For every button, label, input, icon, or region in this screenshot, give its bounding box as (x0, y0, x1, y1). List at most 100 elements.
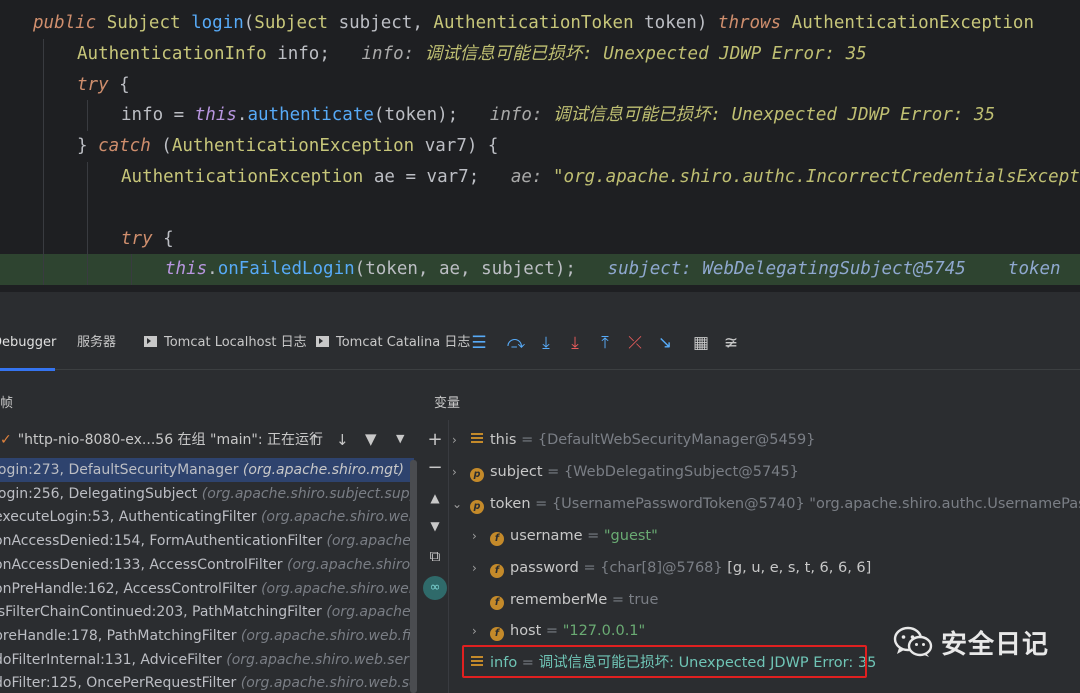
active-tab-underline (0, 368, 55, 371)
evaluate-icon[interactable]: ▦ (690, 316, 712, 370)
indent-guide (87, 192, 88, 224)
code-token: info: (361, 43, 425, 64)
variable-value: {char[8]@5768} (600, 559, 723, 576)
variable-name: password (510, 559, 579, 576)
tab-server[interactable]: 服务器 (77, 316, 116, 370)
chevron-right-icon[interactable]: › (452, 456, 470, 488)
code-line[interactable]: try { (0, 69, 1080, 101)
drop-frame-icon[interactable]: ⤫ (624, 316, 646, 370)
step-out-icon[interactable]: ⤒ (594, 316, 616, 370)
indent-guide (87, 254, 88, 286)
code-line[interactable]: this.onFailedLogin(token, ae, subject); … (0, 254, 1080, 286)
add-watch-icon[interactable]: + (422, 428, 448, 452)
step-into-icon[interactable]: ⤓ (535, 316, 557, 370)
code-line[interactable]: } catch (AuthenticationException var7) { (0, 131, 1080, 163)
chevron-right-icon[interactable]: › (472, 615, 490, 647)
indent-guide (43, 162, 44, 193)
variable-username[interactable]: › f username = "guest" (452, 520, 1080, 552)
variable-name: username (510, 527, 583, 544)
code-token: info: (489, 105, 554, 126)
tab-debugger[interactable]: Debugger (0, 316, 56, 371)
menu-icon[interactable]: ☰ (468, 316, 490, 370)
stack-frame[interactable]: onAccessDenied:133, AccessControlFilter … (0, 553, 414, 577)
frame-package: (org.apache.shiro.web.servlet) (226, 651, 414, 668)
arrow-up-icon[interactable]: ↑ (308, 431, 321, 449)
equals-sign: = (541, 623, 563, 640)
code-line[interactable]: try { (0, 223, 1080, 255)
variable-name: token (490, 495, 531, 512)
code-token: onFailedLogin (217, 259, 355, 280)
field-icon: f (490, 627, 504, 642)
stack-frame[interactable]: doFilterInternal:131, AdviceFilter (org.… (0, 648, 414, 672)
field-icon: f (490, 595, 504, 610)
frames-scrollbar[interactable] (410, 460, 417, 693)
stack-frame[interactable]: executeLogin:53, AuthenticatingFilter (o… (0, 505, 414, 529)
thread-label: "http-nio-8080-ex...56 在组 "main": 正在运行 (17, 432, 324, 448)
code-line[interactable]: info = this.authenticate(token); info: 调… (0, 100, 1080, 132)
chevron-down-icon[interactable]: ▼ (396, 432, 404, 445)
force-step-into-icon[interactable]: ⤓ (564, 316, 586, 370)
move-down-icon[interactable]: ▼ (422, 514, 448, 538)
stack-frame[interactable]: isFilterChainContinued:203, PathMatching… (0, 600, 414, 624)
tab-tomcat-catalina-log[interactable]: Tomcat Catalina 日志 (316, 316, 470, 370)
indent-guide (43, 100, 44, 132)
copy-icon[interactable]: ⧉ (422, 544, 448, 568)
code-token: try (77, 74, 120, 95)
highlight-box (462, 645, 867, 678)
indent-guide (87, 223, 88, 255)
variable-token[interactable]: ⌄ p token = {UsernamePasswordToken@5740} "… (452, 488, 1080, 520)
indent-guide (87, 162, 88, 193)
stack-frame[interactable]: doFilter:125, OncePerRequestFilter (org.… (0, 671, 414, 693)
watches-glasses-icon[interactable]: ∞ (422, 574, 448, 600)
variable-subject[interactable]: › p subject = {WebDelegatingSubject@5745} (452, 456, 1080, 488)
chevron-right-icon[interactable]: › (472, 552, 490, 584)
variable-this[interactable]: › this = {DefaultWebSecurityManager@5459} (452, 424, 1080, 456)
variable-rememberMe[interactable]: f rememberMe = true (452, 584, 1080, 616)
chevron-right-icon[interactable]: › (452, 424, 470, 456)
code-line[interactable] (0, 192, 1080, 224)
code-token: "org.apache.shiro.authc.IncorrectCredent… (553, 167, 1080, 187)
indent-guide (43, 254, 44, 286)
remove-watch-icon[interactable]: − (422, 456, 448, 480)
frame-package: (org.apache.shiro.subject.support (201, 485, 414, 502)
arrow-down-icon[interactable]: ↓ (336, 431, 349, 449)
code-token: Subject (106, 13, 192, 33)
run-to-cursor-icon[interactable]: ↘ (654, 316, 676, 370)
stack-frame[interactable]: login:256, DelegatingSubject (org.apache… (0, 482, 414, 506)
tab-label: Tomcat Catalina 日志 (336, 335, 471, 350)
code-token: } (77, 136, 99, 157)
frame-package: (org.apache.shiro.web.servle (240, 675, 414, 692)
code-token: AuthenticationException (171, 136, 425, 157)
pane-divider[interactable] (448, 420, 449, 693)
stack-frame[interactable]: login:273, DefaultSecurityManager (org.a… (0, 458, 414, 482)
variable-value-preview: [g, u, e, s, t, 6, 6, 6] (722, 559, 872, 576)
stack-frame[interactable]: onPreHandle:162, AccessControlFilter (or… (0, 577, 414, 601)
filter-icon[interactable]: ▼ (365, 430, 377, 448)
move-up-icon[interactable]: ▲ (422, 486, 448, 510)
code-token: ae = var7; (373, 167, 511, 187)
tab-tomcat-localhost-log[interactable]: Tomcat Localhost 日志 (144, 316, 307, 370)
variable-name: subject (490, 463, 543, 480)
code-line[interactable]: public Subject login(Subject subject, Au… (0, 8, 1080, 39)
code-editor[interactable]: public Subject login(Subject subject, Au… (0, 0, 1080, 292)
frame-method: onAccessDenied:133, AccessControlFilter (0, 556, 283, 573)
trace-icon[interactable]: ≆ (720, 316, 742, 370)
watermark: 安全日记 (893, 622, 1049, 662)
code-token: 调试信息可能已损坏: Unexpected JDWP Error: 35 (424, 43, 867, 64)
code-line[interactable]: AuthenticationInfo info; info: 调试信息可能已损坏… (0, 38, 1080, 70)
variable-name: host (510, 623, 542, 640)
equals-sign: = (542, 463, 564, 480)
code-token: public (33, 13, 107, 33)
equals-sign: = (530, 495, 552, 512)
variable-password[interactable]: › f password = {char[8]@5768} [g, u, e, s,… (452, 552, 1080, 584)
stack-frame[interactable]: preHandle:178, PathMatchingFilter (org.a… (0, 624, 414, 648)
wechat-icon (893, 626, 933, 658)
code-token: Subject (254, 13, 339, 33)
code-line[interactable]: AuthenticationException ae = var7; ae: "… (0, 162, 1080, 193)
thread-selector[interactable]: ✓ "http-nio-8080-ex...56 在组 "main": 正在运行 (0, 428, 420, 452)
chevron-down-icon[interactable]: ⌄ (452, 488, 470, 520)
step-over-icon[interactable]: ⤼ (505, 316, 527, 370)
stack-frame[interactable]: onAccessDenied:154, FormAuthenticationFi… (0, 529, 414, 553)
code-token: { (119, 74, 130, 95)
chevron-right-icon[interactable]: › (472, 520, 490, 552)
